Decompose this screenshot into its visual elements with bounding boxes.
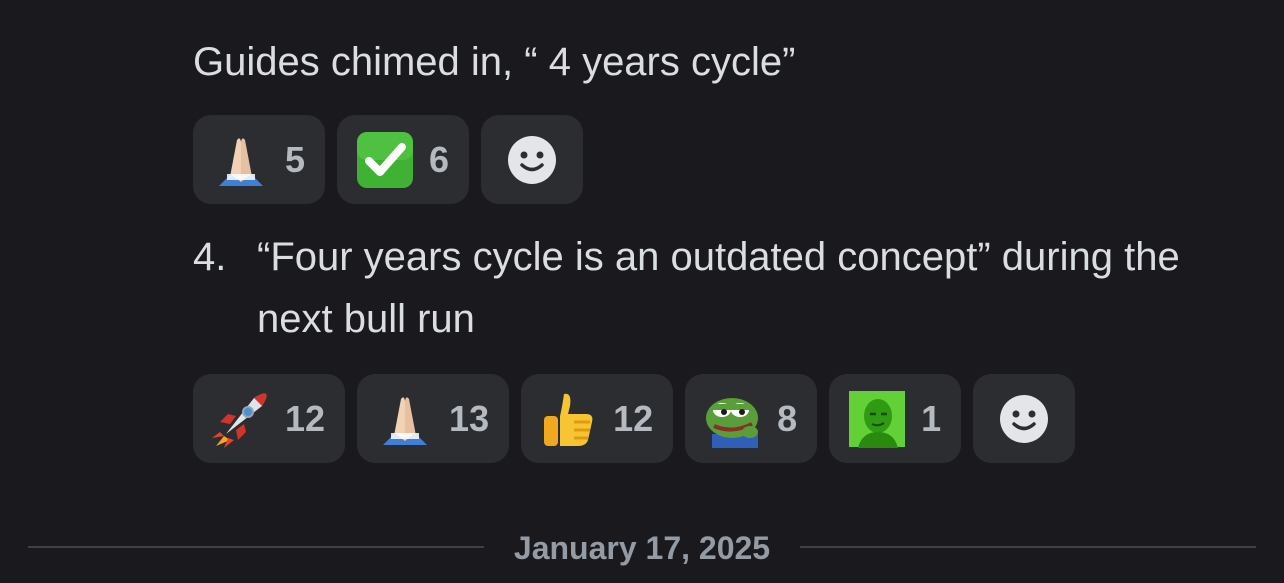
message-text: Guides chimed in, “ 4 years cycle” [193, 40, 796, 84]
reaction-count: 6 [429, 138, 450, 180]
reaction-thumbs-up[interactable]: 12 [521, 374, 674, 463]
date-divider: January 17, 2025 [513, 530, 771, 566]
reaction-check-mark[interactable]: 6 [337, 115, 470, 204]
reaction-count: 5 [285, 138, 306, 180]
reaction-folded-hands[interactable]: 13 [357, 374, 510, 463]
smiley-icon [1000, 394, 1049, 443]
green-face-icon [845, 387, 909, 451]
reaction-rocket[interactable]: 12 [193, 374, 346, 463]
reaction-count: 12 [613, 397, 654, 439]
thumbs-up-icon [537, 387, 601, 451]
reaction-count: 12 [285, 397, 326, 439]
add-reaction-button[interactable] [973, 374, 1076, 463]
reaction-folded-hands[interactable]: 5 [193, 115, 326, 204]
list-number: 4. [193, 235, 227, 279]
pepe-frog-icon [701, 387, 765, 451]
folded-hands-icon [373, 387, 437, 451]
reaction-count: 8 [777, 397, 798, 439]
date-divider-line [28, 546, 484, 548]
add-reaction-button[interactable] [481, 115, 584, 204]
reaction-count: 1 [921, 397, 942, 439]
reaction-green-face[interactable]: 1 [829, 374, 962, 463]
reaction-pepe[interactable]: 8 [685, 374, 818, 463]
reaction-count: 13 [449, 397, 490, 439]
folded-hands-icon [209, 128, 273, 192]
chat-view: Guides chimed in, “ 4 years cycle” 5 6 4… [0, 0, 1284, 583]
list-item: 4. “Four years cycle is an outdated conc… [193, 226, 1263, 350]
smiley-icon [508, 135, 557, 184]
reaction-bar: 12 13 12 8 1 [193, 374, 1076, 463]
check-mark-button-icon [353, 128, 417, 192]
list-text: “Four years cycle is an outdated concept… [257, 235, 1180, 341]
date-divider-line [800, 546, 1256, 548]
reaction-bar: 5 6 [193, 115, 584, 204]
rocket-icon [209, 387, 273, 451]
